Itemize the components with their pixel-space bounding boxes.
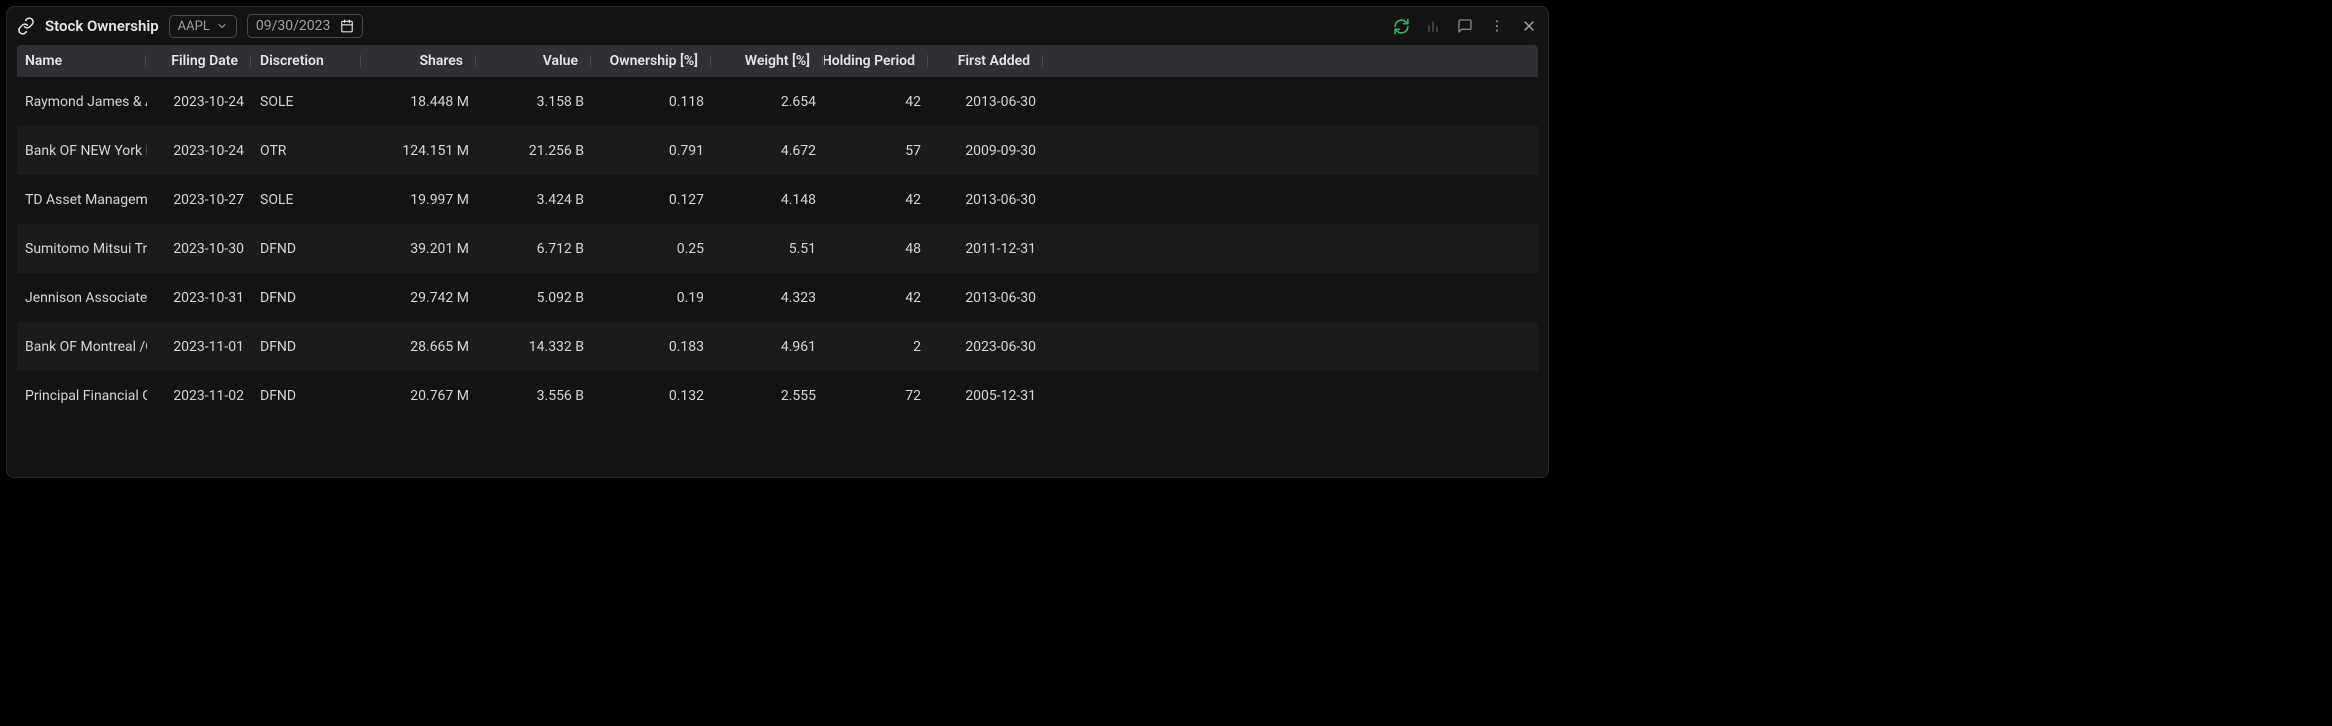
col-weight[interactable]: Weight [%]| [712,53,824,69]
table-row[interactable]: Principal Financial Group2023-11-02DFND2… [17,371,1538,420]
calendar-icon [340,19,354,33]
cell-holding-period: 72 [824,388,929,404]
table-row[interactable]: TD Asset Management2023-10-27SOLE19.997 … [17,175,1538,224]
cell-value: 21.256 B [477,143,592,159]
col-name[interactable]: Name| [17,53,147,69]
more-button[interactable] [1488,17,1506,35]
cell-first-added: 2023-06-30 [929,339,1044,355]
cell-weight: 2.654 [712,94,824,110]
date-input[interactable]: 09/30/2023 [247,14,364,38]
table-container: Name| Filing Date| Discretion| Shares| V… [7,45,1548,477]
col-ownership[interactable]: Ownership [%]| [592,53,712,69]
cell-ownership: 0.118 [592,94,712,110]
cell-holding-period: 48 [824,241,929,257]
table-row[interactable]: Bank OF NEW York Mellon2023-10-24OTR124.… [17,126,1538,175]
col-filing-date[interactable]: Filing Date| [147,53,252,69]
col-discretion[interactable]: Discretion| [252,53,362,69]
cell-first-added: 2013-06-30 [929,192,1044,208]
cell-shares: 19.997 M [362,192,477,208]
cell-weight: 4.148 [712,192,824,208]
cell-value: 3.158 B [477,94,592,110]
cell-first-added: 2011-12-31 [929,241,1044,257]
cell-name: Bank OF Montreal /CAN/ [17,339,147,355]
ticker-value: AAPL [178,19,210,34]
ticker-select[interactable]: AAPL [169,15,237,38]
cell-value: 14.332 B [477,339,592,355]
cell-discretion: SOLE [252,192,362,208]
cell-filing-date: 2023-11-02 [147,388,252,404]
cell-first-added: 2013-06-30 [929,290,1044,306]
cell-shares: 18.448 M [362,94,477,110]
cell-ownership: 0.19 [592,290,712,306]
chevron-down-icon [216,20,228,32]
cell-shares: 124.151 M [362,143,477,159]
cell-weight: 4.323 [712,290,824,306]
cell-discretion: DFND [252,388,362,404]
table-body[interactable]: Raymond James & Associates2023-10-24SOLE… [17,77,1538,467]
cell-name: TD Asset Management [17,192,147,208]
cell-value: 3.556 B [477,388,592,404]
cell-filing-date: 2023-10-24 [147,143,252,159]
cell-ownership: 0.791 [592,143,712,159]
cell-discretion: DFND [252,241,362,257]
cell-shares: 20.767 M [362,388,477,404]
panel-header: Stock Ownership AAPL 09/30/2023 [7,7,1548,45]
table-row[interactable]: Sumitomo Mitsui Trust2023-10-30DFND39.20… [17,224,1538,273]
table-row[interactable]: Jennison Associates LLC2023-10-31DFND29.… [17,273,1538,322]
cell-holding-period: 2 [824,339,929,355]
cell-filing-date: 2023-10-31 [147,290,252,306]
link-icon [17,17,35,35]
col-first-added[interactable]: First Added| [929,53,1044,69]
cell-shares: 28.665 M [362,339,477,355]
cell-first-added: 2009-09-30 [929,143,1044,159]
col-holding-period[interactable]: Holding Period| [824,53,929,69]
cell-discretion: SOLE [252,94,362,110]
panel-title: Stock Ownership [45,17,159,35]
close-button[interactable] [1520,17,1538,35]
cell-holding-period: 57 [824,143,929,159]
cell-holding-period: 42 [824,290,929,306]
cell-weight: 5.51 [712,241,824,257]
cell-shares: 29.742 M [362,290,477,306]
header-right [1392,17,1538,35]
col-value[interactable]: Value| [477,53,592,69]
cell-weight: 4.672 [712,143,824,159]
cell-discretion: DFND [252,290,362,306]
table-row[interactable]: Raymond James & Associates2023-10-24SOLE… [17,77,1538,126]
cell-name: Jennison Associates LLC [17,290,147,306]
cell-ownership: 0.25 [592,241,712,257]
cell-holding-period: 42 [824,94,929,110]
cell-discretion: OTR [252,143,362,159]
table-header-row: Name| Filing Date| Discretion| Shares| V… [17,45,1538,77]
comment-button[interactable] [1456,17,1474,35]
cell-filing-date: 2023-10-30 [147,241,252,257]
cell-filing-date: 2023-10-24 [147,94,252,110]
cell-name: Raymond James & Associates [17,94,147,110]
cell-holding-period: 42 [824,192,929,208]
col-shares[interactable]: Shares| [362,53,477,69]
cell-shares: 39.201 M [362,241,477,257]
table-row[interactable]: Bank OF Montreal /CAN/2023-11-01DFND28.6… [17,322,1538,371]
cell-first-added: 2013-06-30 [929,94,1044,110]
cell-weight: 2.555 [712,388,824,404]
stock-ownership-panel: Stock Ownership AAPL 09/30/2023 [6,6,1549,478]
cell-ownership: 0.132 [592,388,712,404]
date-value: 09/30/2023 [256,18,331,34]
refresh-button[interactable] [1392,17,1410,35]
cell-value: 6.712 B [477,241,592,257]
cell-ownership: 0.127 [592,192,712,208]
chart-button[interactable] [1424,17,1442,35]
header-left: Stock Ownership AAPL 09/30/2023 [17,14,1384,38]
cell-value: 3.424 B [477,192,592,208]
cell-name: Principal Financial Group [17,388,147,404]
cell-ownership: 0.183 [592,339,712,355]
cell-discretion: DFND [252,339,362,355]
cell-filing-date: 2023-10-27 [147,192,252,208]
cell-first-added: 2005-12-31 [929,388,1044,404]
cell-weight: 4.961 [712,339,824,355]
cell-name: Bank OF NEW York Mellon [17,143,147,159]
cell-name: Sumitomo Mitsui Trust [17,241,147,257]
cell-value: 5.092 B [477,290,592,306]
cell-filing-date: 2023-11-01 [147,339,252,355]
